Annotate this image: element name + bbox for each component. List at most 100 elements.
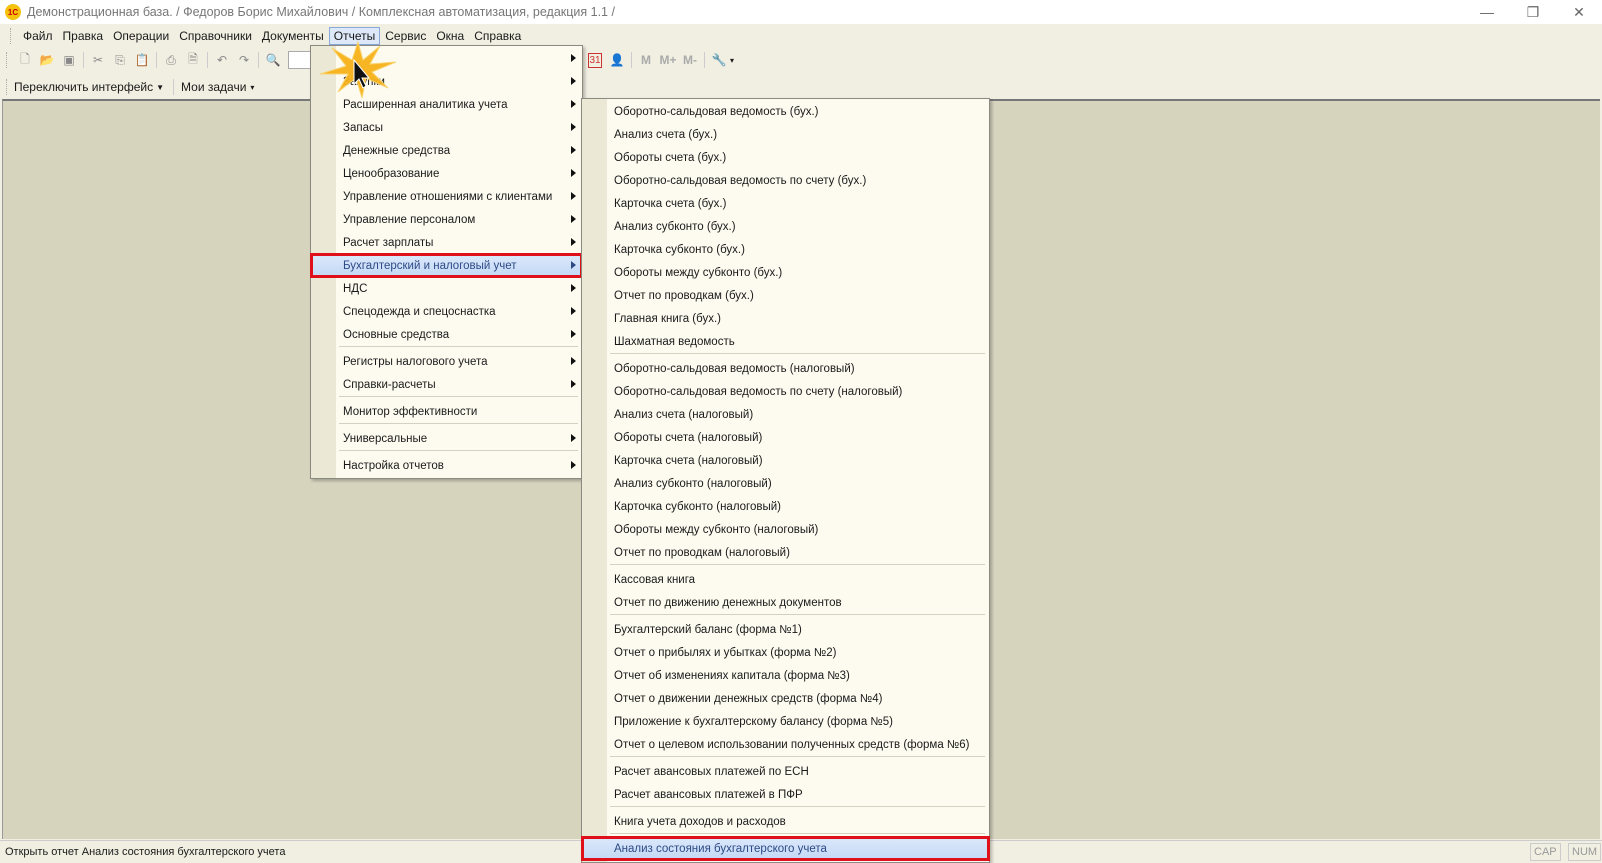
menu-edit[interactable]: Правка — [58, 27, 109, 45]
menu-item[interactable]: Бухгалтерский и налоговый учет — [310, 253, 583, 278]
search-icon[interactable]: 🔍 — [262, 50, 284, 70]
menu-catalogs[interactable]: Справочники — [174, 27, 257, 45]
menu-item[interactable]: Оборотно-сальдовая ведомость по счету (н… — [582, 380, 989, 403]
menu-item[interactable]: Обороты счета (бух.) — [582, 146, 989, 169]
menu-item[interactable]: Отчет по движению денежных документов — [582, 591, 989, 614]
menu-item[interactable]: Шахматная ведомость — [582, 330, 989, 353]
menu-item[interactable]: Расчет авансовых платежей по ЕСН — [582, 760, 989, 783]
memory-minus-button[interactable]: M- — [679, 50, 701, 70]
menu-item[interactable]: Универсальные — [311, 427, 582, 450]
chevron-right-icon — [571, 284, 576, 292]
paste-icon[interactable]: 📋 — [131, 50, 153, 70]
minimize-button[interactable]: — — [1464, 0, 1510, 24]
restore-button[interactable]: ❐ — [1510, 0, 1556, 24]
divider — [631, 52, 632, 68]
undo-icon[interactable]: ↶ — [211, 50, 233, 70]
memory-plus-button[interactable]: M+ — [657, 50, 679, 70]
menu-item[interactable] — [311, 47, 582, 70]
menu-help[interactable]: Справка — [469, 27, 526, 45]
menu-item[interactable]: Монитор эффективности — [311, 400, 582, 423]
menu-item[interactable]: Анализ счета (налоговый) — [582, 403, 989, 426]
menu-item[interactable]: Приложение к бухгалтерскому балансу (фор… — [582, 710, 989, 733]
chevron-down-icon[interactable]: ▾ — [250, 83, 254, 92]
menu-item[interactable]: Оборотно-сальдовая ведомость (бух.) — [582, 100, 989, 123]
menu-reports[interactable]: Отчеты — [328, 27, 381, 45]
redo-icon[interactable]: ↷ — [233, 50, 255, 70]
menu-item[interactable]: Анализ счета (бух.) — [582, 123, 989, 146]
menu-item[interactable]: Анализ субконто (налоговый) — [582, 472, 989, 495]
menu-item-label: Расширенная аналитика учета — [343, 98, 508, 111]
chevron-right-icon — [571, 330, 576, 338]
menu-item[interactable]: Запасы — [311, 116, 582, 139]
menu-documents[interactable]: Документы — [257, 27, 329, 45]
menu-operations[interactable]: Операции — [108, 27, 174, 45]
menu-item[interactable]: Карточка субконто (бух.) — [582, 238, 989, 261]
menu-item[interactable]: Спецодежда и спецоснастка — [311, 300, 582, 323]
chevron-right-icon — [571, 461, 576, 469]
memory-button[interactable]: M — [635, 50, 657, 70]
menu-item[interactable]: Анализ субконто (бух.) — [582, 215, 989, 238]
users-icon[interactable]: 👤 — [606, 50, 628, 70]
menu-item[interactable]: Карточка счета (налоговый) — [582, 449, 989, 472]
menu-item[interactable]: Анализ состояния бухгалтерского учета — [581, 836, 990, 861]
calendar-icon[interactable]: 31 — [588, 52, 602, 68]
menu-item-label: Отчет по движению денежных документов — [614, 596, 842, 609]
copy-icon[interactable]: ⎘ — [109, 50, 131, 70]
new-icon[interactable]: 🗋 — [14, 50, 36, 70]
menu-item[interactable]: Отчет о движении денежных средств (форма… — [582, 687, 989, 710]
chevron-down-icon[interactable]: ▼ — [156, 83, 164, 92]
divider — [704, 52, 705, 68]
menu-item[interactable]: Закупки — [311, 70, 582, 93]
menu-item[interactable]: Оборотно-сальдовая ведомость по счету (б… — [582, 169, 989, 192]
open-icon[interactable]: 📂 — [36, 50, 58, 70]
menu-item[interactable]: Управление отношениями с клиентами — [311, 185, 582, 208]
menu-item[interactable]: Справки-расчеты — [311, 373, 582, 396]
menu-item[interactable]: Управление персоналом — [311, 208, 582, 231]
menu-windows[interactable]: Окна — [431, 27, 469, 45]
menu-item[interactable]: Расчет зарплаты — [311, 231, 582, 254]
menu-item[interactable]: Обороты между субконто (налоговый) — [582, 518, 989, 541]
menu-item[interactable]: Отчет о целевом использовании полученных… — [582, 733, 989, 756]
switch-interface-button[interactable]: Переключить интерфейс — [14, 80, 153, 94]
num-indicator: NUM — [1568, 843, 1602, 861]
menu-item[interactable]: Обороты счета (налоговый) — [582, 426, 989, 449]
cut-icon[interactable]: ✂ — [87, 50, 109, 70]
menu-item-label: Карточка счета (бух.) — [614, 197, 727, 210]
menu-item[interactable]: Карточка субконто (налоговый) — [582, 495, 989, 518]
menu-item[interactable]: Отчет по проводкам (налоговый) — [582, 541, 989, 564]
menu-item[interactable]: Бухгалтерский баланс (форма №1) — [582, 618, 989, 641]
menu-item[interactable]: Кассовая книга — [582, 568, 989, 591]
menu-item[interactable]: Обороты между субконто (бух.) — [582, 261, 989, 284]
menu-item[interactable]: Регистры налогового учета — [311, 350, 582, 373]
grip — [6, 52, 9, 68]
menu-item[interactable]: Отчет по проводкам (бух.) — [582, 284, 989, 307]
menu-item-label: Монитор эффективности — [343, 405, 478, 418]
app-logo: 1С — [5, 4, 21, 20]
menu-item[interactable]: Настройка отчетов — [311, 454, 582, 477]
chevron-right-icon — [571, 238, 576, 246]
menu-item-label: Карточка субконто (налоговый) — [614, 500, 782, 513]
menu-item[interactable]: Главная книга (бух.) — [582, 307, 989, 330]
menu-item[interactable]: Расчет авансовых платежей в ПФР — [582, 783, 989, 806]
menu-item-label: Управление персоналом — [343, 213, 476, 226]
menu-item[interactable]: Расширенная аналитика учета — [311, 93, 582, 116]
chevron-down-icon[interactable]: ▾ — [730, 56, 734, 65]
menu-item[interactable]: НДС — [311, 277, 582, 300]
print-icon[interactable]: ⎙ — [160, 50, 182, 70]
menu-item[interactable]: Денежные средства — [311, 139, 582, 162]
menu-item[interactable]: Карточка счета (бух.) — [582, 192, 989, 215]
preview-icon[interactable]: 🗎 — [182, 50, 204, 70]
my-tasks-button[interactable]: Мои задачи — [181, 80, 246, 94]
menu-item[interactable]: Ценообразование — [311, 162, 582, 185]
close-button[interactable]: ✕ — [1556, 0, 1602, 24]
menu-service[interactable]: Сервис — [380, 27, 431, 45]
menu-item[interactable]: Оборотно-сальдовая ведомость (налоговый) — [582, 357, 989, 380]
menu-item[interactable]: Отчет об изменениях капитала (форма №3) — [582, 664, 989, 687]
menu-file[interactable]: Файл — [18, 27, 58, 45]
tools-icon[interactable]: 🔧 — [708, 50, 730, 70]
menu-item[interactable]: Основные средства — [311, 323, 582, 346]
save-icon[interactable]: ▣ — [58, 50, 80, 70]
toolbar-right: 31 👤 M M+ M- 🔧 ▾ — [584, 49, 734, 71]
menu-item[interactable]: Отчет о прибылях и убытках (форма №2) — [582, 641, 989, 664]
menu-item[interactable]: Книга учета доходов и расходов — [582, 810, 989, 833]
